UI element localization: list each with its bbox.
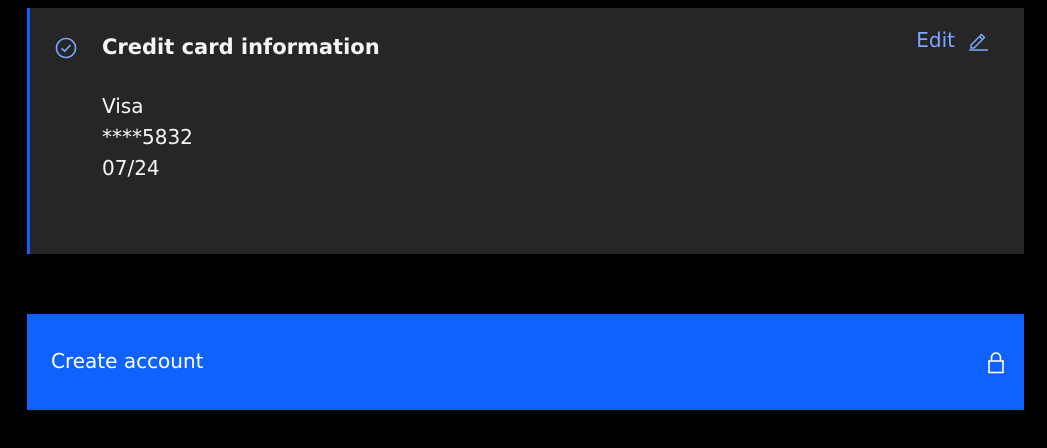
- edit-label: Edit: [916, 28, 955, 52]
- card-title: Credit card information: [102, 35, 380, 59]
- create-account-button[interactable]: Create account: [27, 314, 1024, 410]
- card-brand: Visa: [102, 94, 144, 118]
- checkmark-circle-icon: [55, 37, 77, 59]
- card-expiry: 07/24: [102, 156, 160, 180]
- create-account-label: Create account: [51, 349, 204, 373]
- pencil-icon: [969, 33, 988, 51]
- card-details: Visa ****5832 07/24: [102, 91, 193, 184]
- lock-icon: [988, 352, 1004, 374]
- card-number: ****5832: [102, 125, 193, 149]
- credit-card-section: Credit card information Edit Visa ****58…: [27, 8, 1024, 254]
- edit-link[interactable]: Edit: [916, 28, 989, 52]
